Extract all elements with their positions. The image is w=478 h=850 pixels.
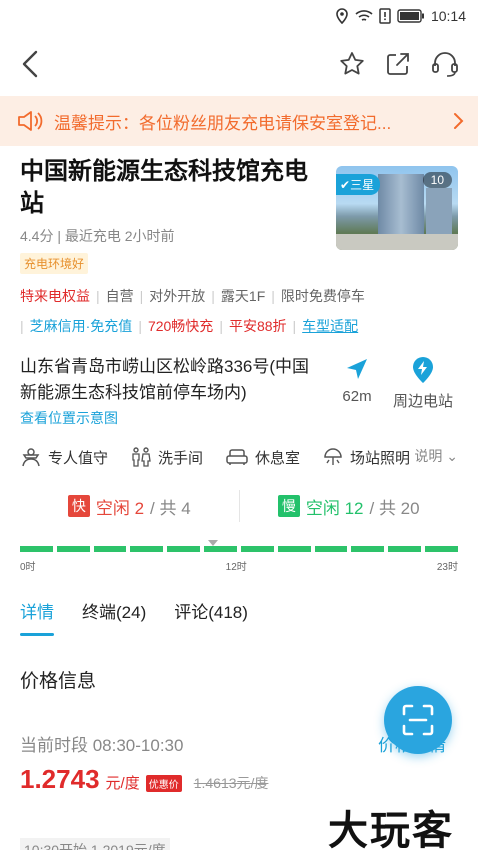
timeline-segment — [93, 546, 127, 552]
slow-pile-summary: 慢 空闲 12 / 共 20 — [240, 494, 459, 519]
share-icon[interactable] — [384, 50, 412, 78]
photo-ground — [336, 234, 458, 250]
timeline-ticks: 0时 12时 23时 — [20, 558, 458, 573]
facility-lounge: 休息室 — [225, 442, 300, 472]
station-info: 中国新能源生态科技馆充电站 4.4分 | 最近充电 2小时前 充电环境好 ✔三星… — [0, 156, 478, 472]
price-main: 1.2743 元/度 优惠价 1.4613元/度 — [20, 764, 458, 795]
tag-self-operated: 自营 — [105, 288, 134, 304]
original-price: 1.4613元/度 — [193, 775, 269, 791]
status-bar: 10:14 — [0, 0, 478, 32]
timeline-segment — [130, 546, 164, 552]
tags-row-1: 特来电权益 | 自营 | 对外开放 | 露天1F | 限时免费停车 — [20, 286, 365, 306]
fast-total: / 共 4 — [150, 498, 191, 518]
location-icon — [336, 8, 348, 24]
price-value: 1.2743 — [20, 764, 100, 794]
photo-building-2 — [426, 188, 452, 236]
tick-0: 0时 — [20, 562, 36, 573]
address-row: 山东省青岛市崂山区松岭路336号(中国新能源生态科技馆前停车场内) 查看位置示意… — [20, 354, 458, 428]
staff-icon — [22, 448, 40, 467]
timeline-segment — [388, 546, 422, 552]
nav-bar — [0, 32, 478, 96]
sim-alert-icon — [379, 8, 391, 24]
favorite-star-icon[interactable] — [338, 50, 366, 78]
fast-pile-summary: 快 空闲 2 / 共 4 — [20, 494, 239, 519]
detail-tabs: 详情 终端(24) 评论(418) — [20, 598, 458, 636]
timeline-segment — [277, 546, 311, 552]
promo-badge: 优惠价 — [145, 775, 182, 792]
address-text: 山东省青岛市崂山区松岭路336号(中国新能源生态科技馆前停车场内) — [20, 357, 310, 402]
lounge-icon — [226, 449, 248, 465]
station-photo[interactable]: ✔三星 10 — [336, 166, 458, 250]
lighting-icon — [324, 448, 342, 465]
timeline-segment — [240, 546, 274, 552]
facility-explain-button[interactable]: 说明 ⌄ — [414, 446, 458, 466]
tag-pingan-discount[interactable]: 平安88折 — [229, 316, 287, 336]
scan-icon — [402, 704, 434, 736]
watermark: 大玩客 — [328, 809, 454, 850]
facility-staff: 专人值守 — [20, 442, 108, 472]
timeline-segment — [314, 546, 348, 552]
tag-open: 对外开放 — [149, 288, 206, 304]
timeline-bars — [20, 546, 458, 552]
price-unit: 元/度 — [105, 775, 140, 792]
tab-comments[interactable]: 评论(418) — [174, 598, 248, 630]
tab-terminals[interactable]: 终端(24) — [82, 598, 146, 630]
tab-details[interactable]: 详情 — [20, 598, 54, 636]
slow-badge: 慢 — [277, 495, 300, 517]
navigation-arrow-icon — [347, 359, 367, 379]
timeline-segment — [167, 546, 201, 552]
price-period: 当前时段 08:30-10:30 — [20, 736, 184, 755]
photo-building — [378, 174, 424, 236]
fast-badge: 快 — [67, 495, 90, 517]
notice-text: 温馨提示：各位粉丝朋友充电请保安室登记... — [54, 113, 392, 133]
timeline-segment — [425, 546, 458, 552]
timeline-segment — [56, 546, 90, 552]
timeline-segment — [204, 546, 237, 552]
timeline-segment — [20, 546, 53, 552]
tick-12: 12时 — [225, 562, 247, 573]
facility-restroom: 洗手间 — [130, 442, 203, 472]
chevron-down-icon: ⌄ — [446, 448, 458, 464]
speaker-icon — [18, 111, 43, 131]
next-period-price: 10:30开始 1.2019元/度 — [20, 838, 170, 850]
tag-outdoor-floor: 露天1F — [220, 288, 266, 304]
tick-23: 23时 — [436, 562, 458, 573]
scan-button[interactable] — [384, 686, 452, 754]
facility-lighting: 场站照明 — [322, 442, 410, 472]
restroom-icon — [132, 447, 151, 467]
wifi-icon — [355, 10, 373, 21]
tags-row-2: | 芝麻信用·免充值 | 720畅快充 | 平安88折 | 车型适配 — [20, 316, 359, 336]
facilities: 专人值守 洗手间 休息室 场站照明 说明 ⌄ — [20, 442, 458, 472]
nearby-label: 周边电站 — [392, 393, 453, 410]
photo-count: 10 — [422, 172, 452, 188]
current-time-marker — [208, 540, 218, 546]
timeline-segment — [351, 546, 385, 552]
status-time: 10:14 — [430, 8, 466, 24]
navigate-button[interactable]: 62m — [326, 356, 388, 405]
back-icon[interactable] — [18, 48, 42, 80]
tag-fast-charge-720[interactable]: 720畅快充 — [148, 316, 213, 336]
tag-benefit[interactable]: 特来电权益 — [20, 286, 90, 306]
nearby-stations-button[interactable]: 周边电站 — [388, 356, 458, 411]
tag-free-parking: 限时免费停车 — [280, 288, 365, 304]
slow-idle: 空闲 12 — [305, 498, 364, 518]
station-title: 中国新能源生态科技馆充电站 — [20, 158, 308, 217]
chevron-right-icon — [454, 113, 464, 129]
env-tag: 充电环境好 — [20, 253, 89, 274]
customer-service-icon[interactable] — [430, 50, 460, 78]
operator-badge: ✔三星 — [336, 174, 381, 195]
battery-icon — [397, 9, 424, 23]
availability-timeline: 0时 12时 23时 — [20, 540, 458, 578]
map-diagram-link[interactable]: 查看位置示意图 — [20, 408, 316, 428]
distance-label: 62m — [342, 388, 372, 405]
charging-pin-icon — [413, 357, 433, 383]
notice-banner[interactable]: 温馨提示：各位粉丝朋友充电请保安室登记... — [0, 96, 478, 146]
pile-summary[interactable]: 快 空闲 2 / 共 4 慢 空闲 12 / 共 20 — [20, 486, 458, 526]
fast-idle: 空闲 2 — [95, 498, 145, 518]
slow-total: / 共 20 — [369, 498, 420, 518]
tag-zhima-credit[interactable]: 芝麻信用·免充值 — [30, 316, 133, 336]
price-section-title: 价格信息 — [20, 671, 97, 692]
tag-vehicle-compat[interactable]: 车型适配 — [302, 316, 358, 336]
